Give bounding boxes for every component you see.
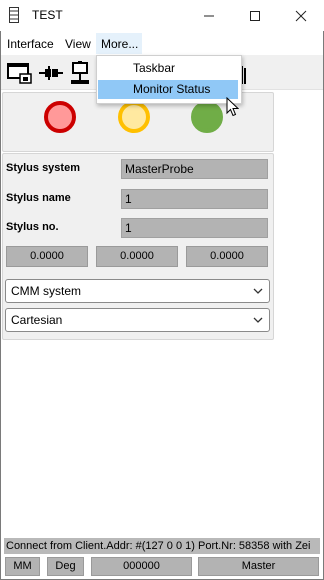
- stylus-number-label: Stylus no.: [6, 221, 59, 233]
- close-icon: [295, 10, 307, 21]
- coordinate-z: 0.0000: [186, 246, 268, 267]
- green-status-light: [191, 101, 223, 133]
- coordinate-y: 0.0000: [96, 246, 178, 267]
- menu-view[interactable]: View: [65, 37, 91, 51]
- coordinate-type-select[interactable]: Cartesian: [5, 308, 270, 332]
- chevron-down-icon: [253, 317, 263, 323]
- status-code: 000000: [91, 557, 192, 576]
- red-status-light: [44, 101, 76, 133]
- close-button[interactable]: [278, 0, 324, 31]
- minimize-icon: [204, 15, 214, 16]
- probe-head-icon[interactable]: [70, 60, 96, 86]
- chevron-down-icon: [253, 288, 263, 294]
- mouse-cursor-icon: [226, 97, 239, 117]
- mode-indicator: Master: [198, 557, 319, 576]
- yellow-status-light: [118, 101, 150, 133]
- monitor-disconnect-icon[interactable]: [6, 60, 32, 86]
- stylus-number-field[interactable]: 1: [121, 218, 268, 238]
- cmm-system-select[interactable]: CMM system: [5, 279, 270, 303]
- connection-status-message: Connect from Client.Addr: #(127 0 0 1) P…: [4, 538, 320, 554]
- stylus-name-field[interactable]: 1: [121, 189, 268, 209]
- menu-item-taskbar[interactable]: Taskbar: [98, 59, 238, 78]
- angle-unit-indicator: Deg: [47, 557, 84, 576]
- minimize-button[interactable]: [186, 0, 232, 31]
- plug-connector-icon[interactable]: [38, 60, 64, 86]
- menu-interface[interactable]: Interface: [7, 37, 54, 51]
- stylus-system-field[interactable]: MasterProbe: [121, 159, 268, 179]
- unit-indicator: MM: [5, 557, 40, 576]
- stylus-name-label: Stylus name: [6, 192, 71, 204]
- maximize-icon: [250, 10, 260, 21]
- menu-more[interactable]: More...: [101, 37, 138, 51]
- window-title: TEST: [32, 8, 63, 22]
- stylus-system-label: Stylus system: [6, 162, 80, 174]
- app-icon: [9, 7, 19, 23]
- coordinate-x: 0.0000: [6, 246, 88, 267]
- coordinate-type-value: Cartesian: [11, 313, 63, 327]
- maximize-button[interactable]: [232, 0, 278, 31]
- cmm-system-value: CMM system: [11, 284, 81, 298]
- menu-item-monitor-status[interactable]: Monitor Status: [98, 80, 238, 99]
